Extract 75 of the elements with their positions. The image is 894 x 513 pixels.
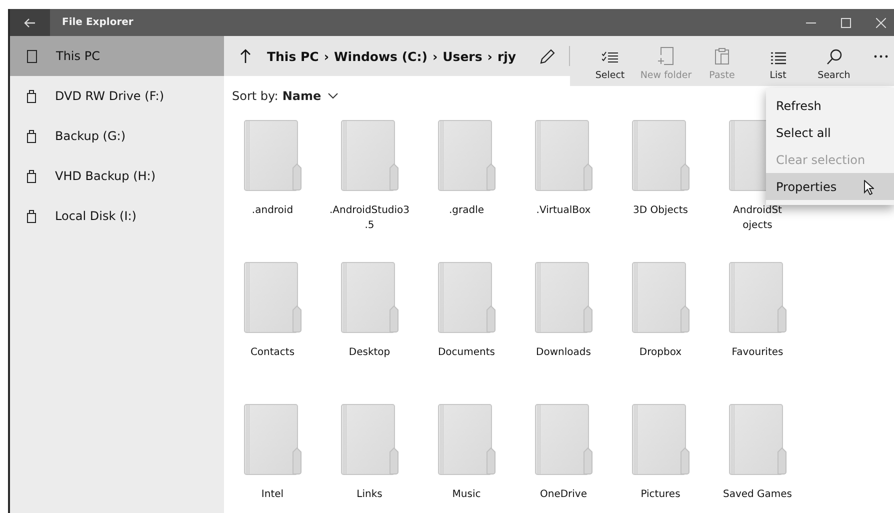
folder-name: 3D Objects [632,204,688,218]
folder-icon[interactable] [534,262,592,333]
folder-name: .android [252,204,294,218]
mouse-pointer-icon [864,180,874,195]
window-title: File Explorer [62,17,134,28]
folder-name: .VirtualBox [536,204,591,218]
tablet-icon [27,50,37,62]
folder-name: Contacts [250,346,295,360]
folder-name: OneDrive [540,488,588,502]
menu-item[interactable]: Refresh [766,92,894,119]
folder-icon[interactable] [534,120,592,191]
sidebar-item[interactable]: VHD Backup (H:) [10,156,224,196]
folder-icon[interactable] [340,262,398,333]
folder-icon[interactable] [244,404,302,475]
folder-name: Desktop [348,346,390,360]
folder-name: Favourites [732,346,784,360]
folder-icon[interactable] [728,404,786,475]
maximize-icon[interactable] [841,18,851,28]
folder-name: Downloads [536,346,591,360]
checklist-icon [602,51,618,65]
close-icon[interactable] [876,18,886,28]
chevron-down-icon [328,93,338,99]
menu-item[interactable]: Select all [766,119,894,146]
breadcrumb-separator: › [432,48,438,64]
breadcrumb-link[interactable]: This PC [267,48,319,64]
folder-icon[interactable] [632,120,690,191]
breadcrumb-link[interactable]: rjy [497,48,516,64]
folder-name: Saved Games [722,488,792,502]
usb-drive-icon [27,90,36,102]
sort-dropdown[interactable]: Sort by: Name [232,89,338,103]
up-arrow-icon[interactable] [240,49,251,63]
usb-drive-icon [27,210,36,222]
sidebar-item[interactable]: Local Disk (I:) [10,196,224,236]
folder-name: .AndroidStudio3 .5 [329,204,410,233]
folder-name: Links [356,488,382,502]
more-icon[interactable] [874,54,888,58]
folder-name: .gradle [448,204,484,218]
folder-icon[interactable] [340,120,398,191]
folder-icon[interactable] [728,262,786,333]
folder-icon[interactable] [632,262,690,333]
toolbar-button[interactable]: Search [806,36,862,86]
clipboard-icon [715,47,729,65]
pencil-icon[interactable] [540,48,555,64]
toolbar-button[interactable]: Select [582,36,638,86]
new-folder-icon [658,47,674,65]
folder-name: Dropbox [639,346,682,360]
folder-icon[interactable] [438,404,496,475]
sidebar-item[interactable]: DVD RW Drive (F:) [10,76,224,116]
back-arrow-icon [24,18,36,28]
folder-name: Pictures [640,488,680,502]
breadcrumb-separator: › [487,48,492,64]
folder-name: AndroidSt ojects [733,204,782,233]
toolbar-button[interactable]: List [750,36,806,86]
folder-icon[interactable] [244,120,302,191]
sidebar-item[interactable]: Backup (G:) [10,116,224,156]
breadcrumb-link[interactable]: Users [442,48,482,64]
folder-name: Intel [261,488,284,502]
folder-icon[interactable] [534,404,592,475]
folder-name: Music [452,488,481,502]
list-icon [770,52,786,65]
breadcrumb-separator: › [324,48,329,64]
folder-icon[interactable] [632,404,690,475]
back-button[interactable] [10,9,50,36]
usb-drive-icon [27,130,36,142]
folder-icon[interactable] [340,404,398,475]
menu-item[interactable]: Properties [766,173,894,200]
search-icon [826,49,842,65]
folder-name: Documents [438,346,496,360]
usb-drive-icon [27,170,36,182]
minimize-icon[interactable] [806,22,816,24]
folder-icon[interactable] [438,120,496,191]
breadcrumb-link[interactable]: Windows (C:) [334,48,428,64]
sidebar-item[interactable]: This PC [10,36,224,76]
folder-icon[interactable] [438,262,496,333]
folder-icon[interactable] [244,262,302,333]
